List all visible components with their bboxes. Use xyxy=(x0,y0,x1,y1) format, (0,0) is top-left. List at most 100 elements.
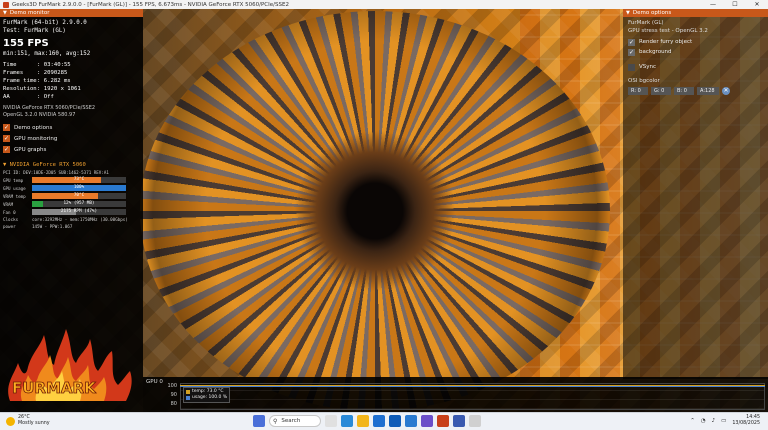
gpu-meter-text: 73°C xyxy=(73,177,85,182)
teams-icon[interactable] xyxy=(437,415,449,427)
demo-options-panel: ▼ Demo options FurMark (GL) GPU stress t… xyxy=(623,9,768,379)
stats-list: Time: 03:40:55 Frames: 2090285 Frame tim… xyxy=(0,61,143,101)
gpu-meter: 70°C xyxy=(32,193,126,199)
osi-bgcolor-fields: R: 0 G: 0 B: 0 A:128 ✕ xyxy=(623,87,768,95)
widgets-icon[interactable] xyxy=(341,415,353,427)
speaker-icon[interactable]: ♪ xyxy=(712,418,716,424)
gpu-bar-row: GPU temp 73°C xyxy=(0,176,143,184)
checkmark-icon: ✓ xyxy=(3,135,10,142)
maximize-button[interactable]: ☐ xyxy=(724,1,746,8)
legend-usage: usage: 100.0 % xyxy=(186,395,227,401)
minimize-button[interactable]: — xyxy=(702,1,724,8)
gpu-meter: 12% (957 MB) xyxy=(32,201,126,207)
gpu-graph-ticks: 100 90 80 xyxy=(167,382,177,409)
gpu-meter-text: 2175 RPM (47%) xyxy=(60,209,98,214)
gpu-bar-label: VRAM xyxy=(3,201,14,207)
app-icon[interactable] xyxy=(469,415,481,427)
search-icon: ⚲ xyxy=(273,417,278,425)
power-row: power 145W - PPW:1.067 xyxy=(3,224,73,229)
gpu-bar-row: VRAM temp 70°C xyxy=(0,192,143,200)
windows-taskbar: 26°C Mostly sunny ⚲ Search ⌃ ◔ ♪ ▭ 14:45… xyxy=(0,412,768,430)
stat-row: Frames: 2090285 xyxy=(3,70,68,76)
weather-widget[interactable]: 26°C Mostly sunny xyxy=(6,415,50,427)
gpu-monitor-bars: GPU temp 73°C GPU usage 100% VRAM temp 70°C VR… xyxy=(0,176,143,216)
demo-name: FurMark (GL) xyxy=(628,20,664,26)
furmark-taskbar-icon[interactable] xyxy=(453,415,465,427)
osi-b-field[interactable]: B: 0 xyxy=(674,87,694,95)
stat-row: Resolution: 1920 x 1061 xyxy=(3,86,81,92)
gpu-meter-text: 12% (957 MB) xyxy=(63,201,95,206)
gpu-graphs-checkbox[interactable]: ✓ GPU graphs xyxy=(0,144,143,155)
gpu-monitor-header[interactable]: ▼ NVIDIA GeForce RTX 5060 xyxy=(0,161,143,169)
gpu-monitoring-checkbox[interactable]: ✓ GPU monitoring xyxy=(0,133,143,144)
checkmark-icon: ✓ xyxy=(3,124,10,131)
stat-row: Time: 03:40:55 xyxy=(3,62,71,68)
tick-label: 90 xyxy=(170,392,177,398)
furmark-logo: FURMARK xyxy=(8,329,132,401)
store-icon[interactable] xyxy=(389,415,401,427)
checkmark-icon: ✓ xyxy=(3,146,10,153)
window-title: Geeks3D FurMark 2.9.0.0 - [FurMark (GL)]… xyxy=(12,1,289,8)
osi-a-field[interactable]: A:128 xyxy=(697,87,719,95)
gpu-graph-legend: temp: 73.0 °C usage: 100.0 % xyxy=(183,387,231,403)
gpu-bar-row: GPU usage 100% xyxy=(0,184,143,192)
gpu-meter: 73°C xyxy=(32,177,126,183)
taskbar-search[interactable]: ⚲ Search xyxy=(269,415,321,427)
taskbar-apps: ⚲ Search xyxy=(253,415,481,427)
clock[interactable]: 14:45 13/08/2025 xyxy=(732,415,760,427)
task-view-icon[interactable] xyxy=(325,415,337,427)
gpu-graph-panel: GPU 0 100 90 80 temp: 73.0 °C usage: 100… xyxy=(143,377,768,412)
gpu-meter: 100% xyxy=(32,185,126,191)
osi-bgcolor-label: OSI bgcolor xyxy=(628,78,660,84)
collapse-triangle-icon: ▼ xyxy=(626,10,630,16)
sun-icon xyxy=(6,416,15,426)
outlook-icon[interactable] xyxy=(405,415,417,427)
gpu-graph-plot xyxy=(180,383,765,410)
gpu-graph-label: GPU 0 xyxy=(146,379,163,385)
wifi-icon[interactable]: ◔ xyxy=(701,418,706,424)
gpu-renderer: NVIDIA GeForce RTX 5060/PCIe/SSE2 xyxy=(3,105,96,111)
vsync-checkbox[interactable]: VSync xyxy=(623,62,768,72)
logo-text: FURMARK xyxy=(12,379,97,397)
system-tray: ⌃ ◔ ♪ ▭ 14:45 13/08/2025 xyxy=(690,415,760,427)
gpu-meter-text: 70°C xyxy=(73,193,85,198)
demo-monitor-header[interactable]: ▼ Demo monitor xyxy=(0,9,143,17)
demo-monitor-title: Demo monitor xyxy=(9,10,50,16)
furmark-app-icon xyxy=(3,1,9,8)
chevron-up-icon[interactable]: ⌃ xyxy=(690,418,695,424)
render-furry-object-checkbox[interactable]: ✓ Render furry object xyxy=(623,37,768,47)
demo-description: GPU stress test - OpenGL 3.2 xyxy=(628,28,708,34)
windows-start-icon[interactable] xyxy=(253,415,265,427)
furry-donut-object xyxy=(140,11,610,411)
tick-label: 100 xyxy=(167,383,177,389)
osi-g-field[interactable]: G: 0 xyxy=(651,87,671,95)
tick-label: 80 xyxy=(170,401,177,407)
weather-desc: Mostly sunny xyxy=(18,421,50,426)
usage-series-line xyxy=(180,386,765,387)
osi-r-field[interactable]: R: 0 xyxy=(628,87,648,95)
opengl-version: OpenGL 3.2.0 NVIDIA 580.97 xyxy=(3,112,76,118)
gpu-bar-label: VRAM temp xyxy=(3,193,26,199)
mail-icon[interactable] xyxy=(421,415,433,427)
gpu-bar-row: Fan 0 2175 RPM (47%) xyxy=(0,208,143,216)
gpu-meter-text: 100% xyxy=(73,185,85,190)
app-version: FurMark (64-bit) 2.9.0.0 xyxy=(3,20,87,26)
edge-icon[interactable] xyxy=(357,415,369,427)
demo-options-header[interactable]: ▼ Demo options xyxy=(623,9,768,17)
stat-row: Frame time: 6.282 ms xyxy=(3,78,71,84)
checkmark-icon: ✓ xyxy=(628,48,635,56)
gpu-meter: 2175 RPM (47%) xyxy=(32,209,126,215)
close-button[interactable]: ✕ xyxy=(746,1,768,8)
battery-icon[interactable]: ▭ xyxy=(721,418,726,424)
gpu-bar-label: GPU temp xyxy=(3,177,24,183)
clocks-row: Clocks core:3292MHz - mem:1750MHz (30.00… xyxy=(3,217,128,222)
file-explorer-icon[interactable] xyxy=(373,415,385,427)
gpu-bar-label: Fan 0 xyxy=(3,209,16,215)
gpu-bar-row: VRAM 12% (957 MB) xyxy=(0,200,143,208)
test-name: Test: FurMark (GL) xyxy=(3,28,66,34)
reset-color-icon[interactable]: ✕ xyxy=(722,87,730,95)
demo-options-checkbox[interactable]: ✓ Demo options xyxy=(0,122,143,133)
background-checkbox[interactable]: ✓ background xyxy=(623,47,768,57)
window-title-bar: Geeks3D FurMark 2.9.0.0 - [FurMark (GL)]… xyxy=(0,0,768,9)
fps-readout: 155 FPS xyxy=(3,38,49,49)
